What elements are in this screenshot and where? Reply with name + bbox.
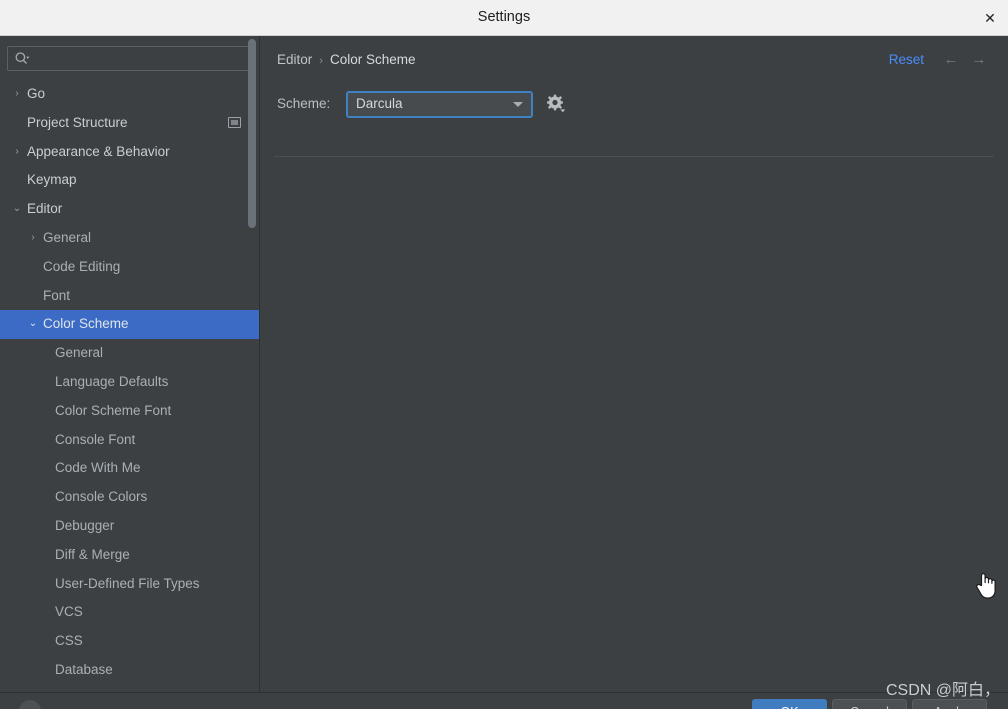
sidebar-item-database[interactable]: Database	[0, 656, 259, 685]
sidebar-item-general[interactable]: General	[0, 339, 259, 368]
arrow-right-icon[interactable]: →	[969, 50, 989, 70]
window-icon[interactable]	[228, 116, 241, 128]
settings-sidebar: › Go Project Structure › Appearance & Behavi…	[0, 36, 260, 692]
content-separator	[274, 156, 994, 157]
sidebar-item-label: Console Font	[55, 431, 136, 447]
scheme-select[interactable]: Darcula	[346, 91, 533, 118]
sidebar-item-label: Diff & Merge	[55, 546, 130, 562]
chevron-right-icon[interactable]: ›	[11, 80, 23, 109]
sidebar-item-label: Go	[27, 86, 46, 101]
chevron-down-icon[interactable]: ⌄	[11, 195, 23, 224]
sidebar-item-editor[interactable]: ⌄ Editor	[0, 195, 259, 224]
sidebar-item-general[interactable]: › General	[0, 224, 259, 253]
sidebar-item-label: General	[55, 345, 104, 361]
gear-icon	[547, 94, 566, 113]
sidebar-item-label: CSS	[55, 633, 83, 649]
sidebar-item-go[interactable]: › Go	[0, 80, 259, 109]
close-icon[interactable]: ✕	[980, 8, 1000, 28]
scheme-select-value: Darcula	[356, 96, 403, 111]
window-titlebar: Settings ✕	[0, 0, 1008, 36]
sidebar-item-language-defaults[interactable]: Language Defaults	[0, 368, 259, 397]
sidebar-item-label: Editor	[27, 201, 63, 217]
sidebar-item-label: Project Structure	[27, 114, 128, 130]
sidebar-item-appearance-behavior[interactable]: › Appearance & Behavior	[0, 138, 259, 167]
scheme-row: Scheme: Darcula	[260, 90, 1008, 122]
scheme-settings-button[interactable]	[545, 93, 567, 115]
sidebar-item-console-colors[interactable]: Console Colors	[0, 483, 259, 512]
sidebar-item-color-scheme-font[interactable]: Color Scheme Font	[0, 397, 259, 426]
sidebar-item-label: Language Defaults	[55, 373, 169, 389]
chevron-right-icon[interactable]: ›	[27, 224, 39, 253]
sidebar-item-label: Code With Me	[55, 460, 141, 476]
content-pane: Editor › Color Scheme Reset ← → Scheme: Da…	[260, 36, 1008, 692]
sidebar-item-label: Font	[43, 287, 71, 303]
arrow-left-icon[interactable]: ←	[941, 50, 961, 70]
settings-tree: › Go Project Structure › Appearance & Behavi…	[0, 80, 259, 692]
sidebar-item-label: Database	[55, 661, 113, 677]
breadcrumb-parent[interactable]: Editor	[277, 52, 312, 67]
breadcrumb-current: Color Scheme	[329, 52, 416, 67]
sidebar-item-debugger[interactable]: Debugger	[0, 512, 259, 541]
sidebar-item-label: Color Scheme	[43, 316, 129, 332]
sidebar-item-label: User-Defined File Types	[55, 575, 200, 591]
search-box[interactable]	[7, 46, 250, 72]
sidebar-item-keymap[interactable]: Keymap	[0, 166, 259, 195]
sidebar-item-label: Color Scheme Font	[55, 402, 172, 418]
sidebar-item-label: General	[43, 229, 92, 245]
sidebar-item-project-structure[interactable]: Project Structure	[0, 109, 259, 138]
sidebar-item-color-scheme[interactable]: ⌄ Color Scheme	[0, 310, 259, 340]
chevron-down-icon	[513, 102, 523, 107]
dialog-bottom-bar: OK Cancel Apply	[0, 692, 1008, 709]
sidebar-item-label: Code Editing	[43, 258, 121, 274]
settings-window: Settings ✕ › Go Project Structure › Appearan…	[0, 0, 1008, 709]
window-title: Settings	[477, 9, 531, 25]
sidebar-item-vcs[interactable]: VCS	[0, 598, 259, 627]
sidebar-item-code-with-me[interactable]: Code With Me	[0, 454, 259, 483]
search-input[interactable]	[34, 47, 248, 72]
sidebar-item-css[interactable]: CSS	[0, 627, 259, 656]
sidebar-item-label: VCS	[55, 604, 83, 620]
sidebar-item-label: Console Colors	[55, 489, 148, 505]
chevron-right-icon[interactable]: ›	[11, 138, 23, 167]
sidebar-item-label: Appearance & Behavior	[27, 143, 170, 159]
sidebar-item-label: Keymap	[27, 172, 77, 188]
sidebar-item-user-defined-file-types[interactable]: User-Defined File Types	[0, 570, 259, 599]
reset-button[interactable]: Reset	[889, 52, 924, 67]
sidebar-scrollbar[interactable]	[248, 36, 256, 648]
breadcrumb: Editor › Color Scheme	[277, 52, 416, 67]
scheme-label: Scheme:	[277, 96, 331, 111]
sidebar-item-code-editing[interactable]: Code Editing	[0, 253, 259, 282]
chevron-down-icon[interactable]: ⌄	[27, 310, 39, 339]
sidebar-scrollbar-thumb[interactable]	[248, 39, 256, 228]
sidebar-item-label: Debugger	[55, 517, 115, 533]
search-icon	[15, 52, 30, 65]
sidebar-item-diff-merge[interactable]: Diff & Merge	[0, 541, 259, 570]
sidebar-item-console-font[interactable]: Console Font	[0, 426, 259, 455]
sidebar-item-font[interactable]: Font	[0, 282, 259, 311]
breadcrumb-separator: ›	[319, 55, 323, 67]
